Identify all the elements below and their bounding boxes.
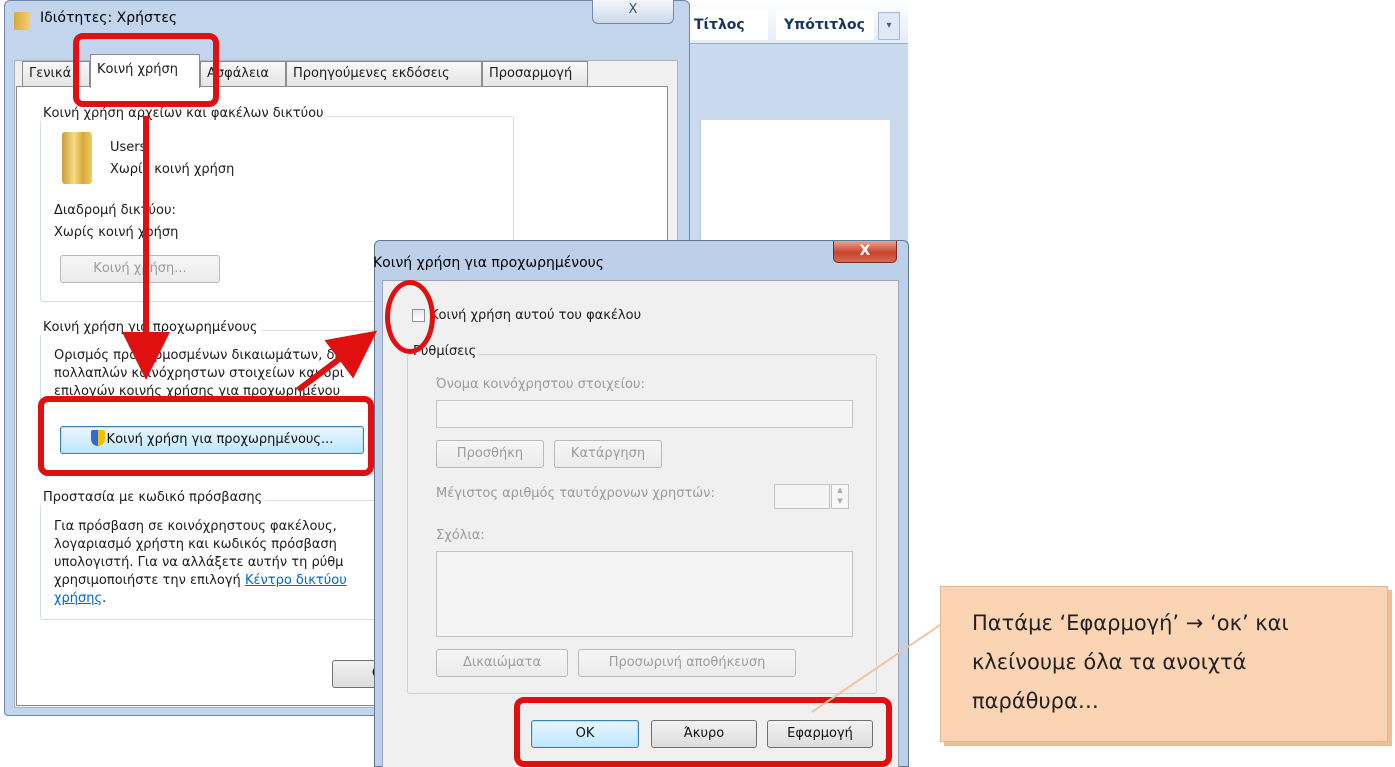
- arrow-button-to-dialog: [296, 330, 378, 393]
- instruction-callout-text: Πατάμε ‘Εφαρμογή’ → ‘οκ’ και κλείνουμε ό…: [972, 611, 1289, 713]
- tab-sharing[interactable]: Κοινή χρήση: [90, 54, 200, 88]
